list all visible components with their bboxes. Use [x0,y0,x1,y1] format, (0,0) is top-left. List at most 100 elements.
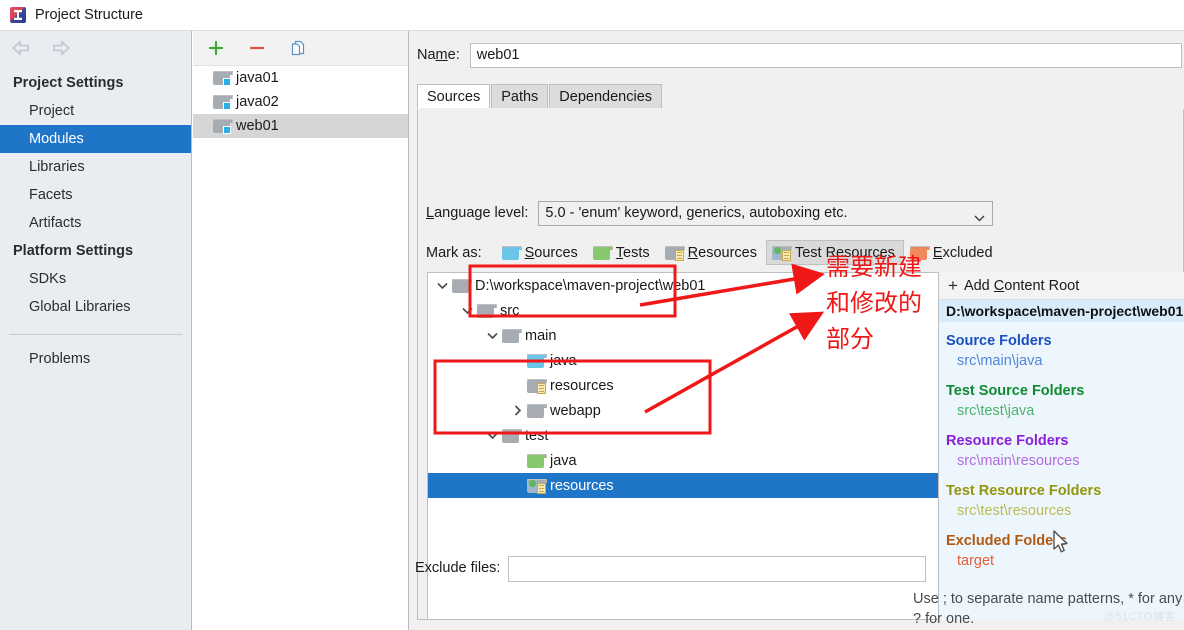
tab-dependencies[interactable]: Dependencies [549,84,663,108]
sidebar-item-libraries[interactable]: Libraries [0,153,191,181]
language-level-value: 5.0 - 'enum' keyword, generics, autoboxi… [545,205,848,221]
folder-gray-icon [502,328,522,343]
resource-folders-title: Resource Folders [946,433,1069,449]
window-title: Project Structure [35,7,143,23]
source-folders-group: Source Folders src\main\java [939,322,1184,372]
sidebar-item-problems[interactable]: Problems [0,345,191,373]
language-level-label: Language level: [426,205,529,221]
folder-blue-icon [527,353,547,368]
sidebar-item-modules[interactable]: Modules [0,125,191,153]
window-titlebar: Project Structure [0,0,1184,31]
exclude-files-input[interactable] [508,556,927,582]
exclude-files-row: Exclude files: [409,556,1184,582]
tree-row[interactable]: webapp [428,398,945,423]
sidebar-item-global-libraries[interactable]: Global Libraries [0,293,191,321]
test-source-folder-item[interactable]: src\test\java [946,401,1184,422]
tree-row[interactable]: java [428,448,945,473]
folder-green-icon [592,245,613,260]
tree-row-label: resources [550,477,614,494]
tree-row[interactable]: resources [428,373,945,398]
arrow-left-icon[interactable] [9,38,33,58]
folder-module-icon [213,71,233,86]
tree-row[interactable]: test [428,423,945,448]
folder-gray-icon [452,278,472,293]
detail-tabstrip: Sources Paths Dependencies [417,84,1184,108]
test-resource-folders-title: Test Resource Folders [946,483,1102,499]
module-name-input[interactable]: web01 [469,42,1182,68]
watermark: @51CTO博客 [1103,611,1176,623]
annotation-line-1: 需要新建 [826,253,922,281]
sidebar-item-facets[interactable]: Facets [0,181,191,209]
exclude-hint-line-1: Use ; to separate name patterns, * for a… [913,591,1184,607]
resource-folder-item[interactable]: src\main\resources [946,451,1184,472]
chevron-down-icon [974,210,985,221]
folder-test-resource-icon [771,245,792,261]
module-label: java02 [236,94,279,110]
sidebar-navigation [0,31,191,65]
tree-row-selected[interactable]: resources [428,473,945,498]
tree-row-label: webapp [550,402,601,419]
modules-list: java01 java02 web01 [193,66,408,138]
module-name-row: Name: web01 [409,40,1184,70]
settings-sidebar: Project Settings Project Modules Librari… [0,31,192,630]
mark-as-label: Mark as: [426,244,482,261]
folder-module-icon [213,119,233,134]
project-structure-window: Project Structure Project Settings Proje… [0,0,1184,630]
tree-row-label: src [500,302,520,319]
folder-gray-resource-icon [664,245,685,261]
arrow-right-icon[interactable] [49,38,73,58]
chevron-expanded-icon[interactable] [432,273,452,298]
resource-folders-group: Resource Folders src\main\resources [939,422,1184,472]
copy-icon[interactable] [287,37,309,59]
mark-as-toolbar: Mark as: Sources Tests Resources Test Re… [419,239,1184,266]
tree-row-label: java [550,452,577,469]
folder-test-resource-icon [527,478,547,494]
modules-column: java01 java02 web01 [193,31,409,630]
tab-paths[interactable]: Paths [491,84,549,108]
sidebar-item-project[interactable]: Project [0,97,191,125]
annotation-line-2: 和修改的 [826,289,922,317]
chevron-expanded-icon[interactable] [482,423,502,448]
folder-gray-icon [502,428,522,443]
tree-row-label: main [525,327,557,344]
sidebar-item-sdks[interactable]: SDKs [0,265,191,293]
test-source-folders-group: Test Source Folders src\test\java [939,372,1184,422]
tree-row-label: java [550,352,577,369]
mark-as-resources-button[interactable]: Resources [659,240,766,265]
tree-row-label: resources [550,377,614,394]
sidebar-group-platform-settings: Platform Settings [13,243,134,259]
folder-gray-resource-icon [527,378,547,394]
add-content-root-button[interactable]: + Add Content Root [939,272,1184,300]
sidebar-divider [9,334,182,335]
language-level-row: Language level: 5.0 - 'enum' keyword, ge… [426,199,994,227]
module-list-item[interactable]: java01 [193,66,408,90]
module-label: web01 [236,118,279,134]
tree-row-label: D:\workspace\maven-project\web01 [475,277,706,294]
folder-blue-icon [501,245,522,260]
test-source-folders-title: Test Source Folders [946,383,1085,399]
sidebar-group-project-settings: Project Settings [13,75,124,91]
plus-icon: + [948,276,958,295]
chevron-expanded-icon[interactable] [457,298,477,323]
tree-row-label: test [525,427,549,444]
language-level-select[interactable]: 5.0 - 'enum' keyword, generics, autoboxi… [538,200,994,226]
module-name-label: Name: [417,47,460,63]
chevron-collapsed-icon[interactable] [507,398,527,423]
modules-toolbar [193,31,408,66]
plus-icon[interactable] [205,37,227,59]
chevron-expanded-icon[interactable] [482,323,502,348]
source-folder-item[interactable]: src\main\java [946,351,1184,372]
source-folders-title: Source Folders [946,333,1052,349]
tab-sources[interactable]: Sources [417,84,491,108]
module-list-item-selected[interactable]: web01 [193,114,408,138]
content-root-path: D:\workspace\maven-project\web01 [939,300,1184,322]
minus-icon[interactable] [246,37,268,59]
test-resource-folder-item[interactable]: src\test\resources [946,501,1184,522]
mark-as-sources-button[interactable]: Sources [496,240,587,265]
mouse-pointer-icon [1053,530,1068,553]
intellij-idea-icon [10,7,26,23]
annotation-line-3: 部分 [826,325,874,353]
module-list-item[interactable]: java02 [193,90,408,114]
mark-as-tests-button[interactable]: Tests [587,240,659,265]
sidebar-item-artifacts[interactable]: Artifacts [0,209,191,237]
